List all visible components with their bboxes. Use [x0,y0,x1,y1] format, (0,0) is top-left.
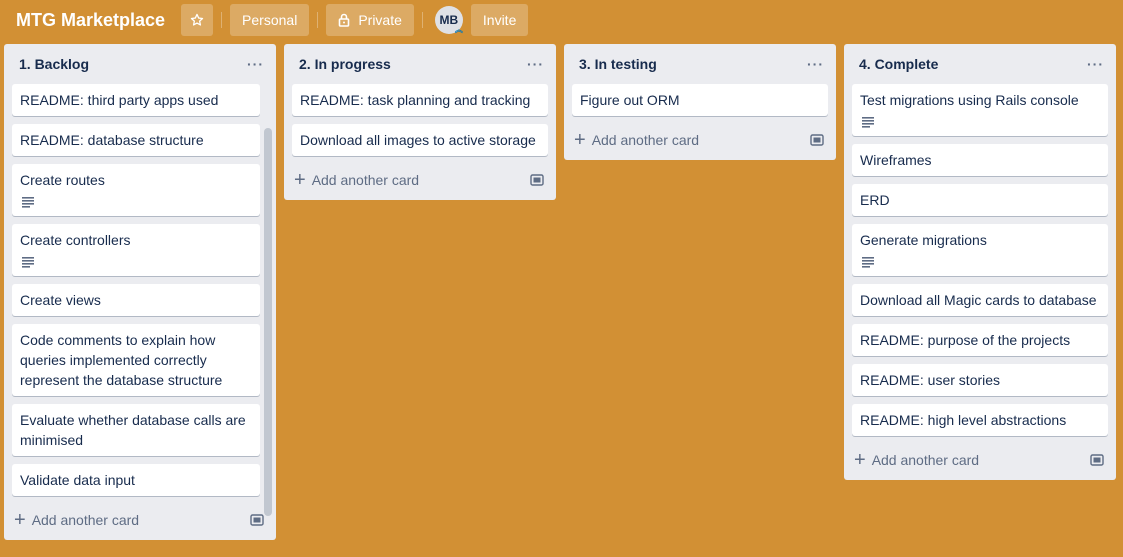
card-title: Generate migrations [860,232,987,248]
card-title: ERD [860,192,890,208]
add-card-button[interactable]: + Add another card [14,510,139,530]
add-card-row: + Add another card [844,444,1116,476]
plus-icon: + [574,129,586,151]
list-header: 4. Complete ··· [844,44,1116,84]
add-card-label: Add another card [31,512,140,528]
card-title: Create controllers [20,232,131,248]
list-title[interactable]: 2. In progress [299,56,391,72]
list-complete: 4. Complete ··· Test migrations using Ra… [844,44,1116,480]
plus-icon: + [294,169,306,191]
list-header: 1. Backlog ··· [4,44,276,84]
add-card-button[interactable]: + Add another card [854,450,979,470]
add-card-label: Add another card [871,452,980,468]
card[interactable]: README: database structure [12,124,260,156]
board-header: MTG Marketplace Personal Private MB ︽ In… [0,0,1123,40]
card[interactable]: README: high level abstractions [852,404,1108,436]
list-in-testing: 3. In testing ··· Figure out ORM + Add a… [564,44,836,160]
description-lines-icon [862,117,874,128]
private-button[interactable]: Private [326,4,414,36]
header-divider [221,12,223,28]
private-label: Private [358,12,402,28]
add-card-button[interactable]: + Add another card [294,170,419,190]
card-title: README: task planning and tracking [300,92,531,108]
list-header: 2. In progress ··· [284,44,556,84]
add-card-button[interactable]: + Add another card [574,130,699,150]
card-title: Create views [20,292,101,308]
card-title: README: user stories [860,372,1001,388]
card-title: README: high level abstractions [860,412,1067,428]
card[interactable]: README: user stories [852,364,1108,396]
header-divider [421,12,423,28]
more-horizontal-icon[interactable]: ··· [527,56,544,72]
more-horizontal-icon[interactable]: ··· [247,56,264,72]
card-title: Test migrations using Rails console [860,92,1079,108]
plus-icon: + [854,449,866,471]
list-title[interactable]: 4. Complete [859,56,938,72]
card-title: Figure out ORM [580,92,680,108]
card[interactable]: Validate data input [12,464,260,496]
card-title: Download all Magic cards to database [860,292,1097,308]
more-horizontal-icon[interactable]: ··· [807,56,824,72]
more-horizontal-icon[interactable]: ··· [1087,56,1104,72]
card[interactable]: README: purpose of the projects [852,324,1108,356]
invite-button[interactable]: Invite [470,4,529,36]
card-title: Evaluate whether database calls are mini… [20,412,246,448]
add-card-row: + Add another card [284,164,556,196]
card-template-icon[interactable] [250,514,264,526]
card[interactable]: Generate migrations [852,224,1108,276]
add-card-row: + Add another card [4,504,276,536]
card[interactable]: Evaluate whether database calls are mini… [12,404,260,456]
description-lines-icon [22,197,34,208]
card[interactable]: README: task planning and tracking [292,84,548,116]
lock-icon [339,13,350,27]
card-template-icon[interactable] [530,174,544,186]
card-template-icon[interactable] [810,134,824,146]
header-divider [317,12,319,28]
add-card-row: + Add another card [564,124,836,156]
card-title: Validate data input [20,472,135,488]
card[interactable]: README: third party apps used [12,84,260,116]
card-list: Test migrations using Rails console Wiref… [844,84,1116,436]
card[interactable]: Create controllers [12,224,260,276]
card-title: Wireframes [860,152,932,168]
description-lines-icon [862,257,874,268]
card[interactable]: Figure out ORM [572,84,828,116]
card-list: Figure out ORM [564,84,836,116]
list-header: 3. In testing ··· [564,44,836,84]
star-icon [190,13,204,26]
card-title: Create routes [20,172,105,188]
star-button[interactable] [181,4,214,36]
plus-icon: + [14,509,26,531]
admin-chevron-icon: ︽ [454,25,463,34]
personal-button[interactable]: Personal [230,4,310,36]
list-backlog: 1. Backlog ··· README: third party apps … [4,44,276,540]
list-title[interactable]: 3. In testing [579,56,657,72]
add-card-label: Add another card [311,172,420,188]
card-title: README: third party apps used [20,92,219,108]
card[interactable]: Test migrations using Rails console [852,84,1108,136]
list-scrollbar[interactable] [264,128,272,516]
board-title[interactable]: MTG Marketplace [8,4,173,36]
list-in-progress: 2. In progress ··· README: task planning… [284,44,556,200]
personal-label: Personal [242,12,298,28]
card[interactable]: Wireframes [852,144,1108,176]
card-title: README: purpose of the projects [860,332,1071,348]
card-title: Download all images to active storage [300,132,536,148]
card-template-icon[interactable] [1090,454,1104,466]
card[interactable]: Download all images to active storage [292,124,548,156]
card-list: README: task planning and tracking Downlo… [284,84,556,156]
card[interactable]: Code comments to explain how queries imp… [12,324,260,396]
list-title[interactable]: 1. Backlog [19,56,89,72]
card[interactable]: Create views [12,284,260,316]
card[interactable]: ERD [852,184,1108,216]
card[interactable]: Create routes [12,164,260,216]
card-title: Code comments to explain how queries imp… [20,332,223,388]
card-list: README: third party apps used README: dat… [4,84,276,496]
member-avatar[interactable]: MB ︽ [434,6,463,34]
add-card-label: Add another card [591,132,700,148]
description-lines-icon [22,257,34,268]
card-title: README: database structure [20,132,204,148]
invite-label: Invite [482,12,517,28]
card[interactable]: Download all Magic cards to database [852,284,1108,316]
